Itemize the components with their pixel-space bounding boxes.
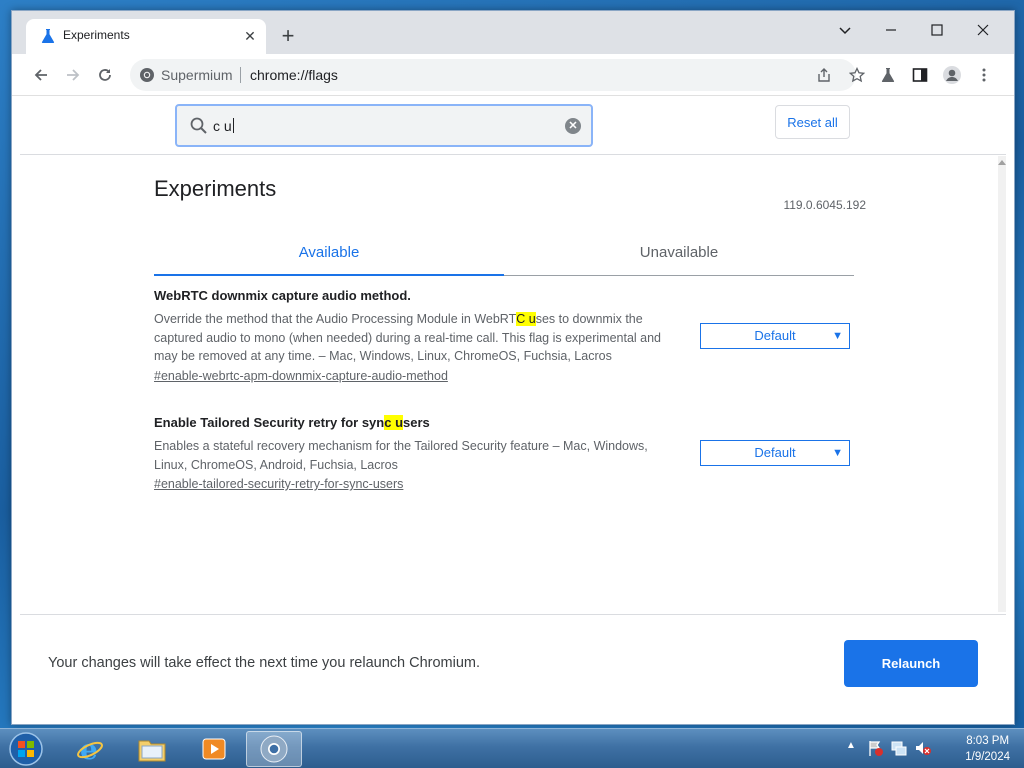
share-icon[interactable]: [816, 67, 832, 83]
flag-entry: WebRTC downmix capture audio method. Ove…: [154, 288, 854, 383]
back-button[interactable]: [27, 61, 55, 89]
taskbar-file-explorer[interactable]: [124, 731, 180, 767]
bookmark-star-icon[interactable]: [849, 67, 865, 83]
address-bar[interactable]: Supermium chrome://flags: [130, 59, 865, 91]
close-window-button[interactable]: [960, 15, 1006, 45]
flag-title: WebRTC downmix capture audio method.: [154, 288, 411, 303]
menu-button[interactable]: [970, 61, 998, 89]
chevron-down-icon: ▼: [832, 330, 843, 342]
flask-icon: [881, 68, 895, 82]
flags-header: c u ✕ Reset all: [20, 97, 1006, 155]
scrollbar[interactable]: [998, 156, 1006, 612]
tab-experiments[interactable]: Experiments ✕: [26, 19, 266, 54]
relaunch-footer: Your changes will take effect the next t…: [20, 614, 1006, 714]
volume-muted-icon[interactable]: [914, 739, 932, 757]
omnibox-divider: [240, 67, 241, 83]
flag-state-select[interactable]: Default ▼: [700, 323, 850, 349]
show-hidden-icons-icon[interactable]: ▲: [846, 740, 856, 751]
flag-entry: Enable Tailored Security retry for sync …: [154, 415, 854, 491]
taskbar-internet-explorer[interactable]: e: [62, 731, 118, 767]
taskbar-media-player[interactable]: [186, 731, 242, 767]
relaunch-button[interactable]: Relaunch: [844, 640, 978, 687]
taskbar-chromium[interactable]: [246, 731, 302, 767]
flag-description: Enables a stateful recovery mechanism fo…: [154, 439, 648, 472]
tab-unavailable[interactable]: Unavailable: [504, 234, 854, 276]
flag-state-select[interactable]: Default ▼: [700, 440, 850, 466]
page-title: Experiments: [154, 176, 277, 201]
scroll-up-arrow-icon[interactable]: [998, 160, 1006, 165]
new-tab-button[interactable]: +: [276, 23, 300, 48]
flags-search-box[interactable]: c u ✕: [175, 104, 593, 147]
arrow-left-icon: [34, 69, 47, 81]
internet-explorer-icon: e: [77, 734, 103, 764]
tab-available[interactable]: Available: [154, 234, 504, 276]
flag-title: Enable Tailored Security retry for sync …: [154, 415, 430, 430]
tab-search-chevron-icon[interactable]: [822, 15, 868, 45]
search-match-highlight: c u: [384, 415, 404, 430]
kebab-menu-icon: [982, 68, 986, 82]
profile-button[interactable]: [938, 61, 966, 89]
omnibox-url: chrome://flags: [250, 67, 338, 83]
clock-date: 1/9/2024: [965, 751, 1010, 763]
taskbar: e ▲ 8:03 PM 1/9/2024: [0, 728, 1024, 768]
avatar-icon: [943, 66, 961, 84]
flag-link[interactable]: #enable-tailored-security-retry-for-sync…: [154, 477, 854, 491]
chromium-icon: [260, 735, 288, 763]
minimize-button[interactable]: [868, 15, 914, 45]
browser-toolbar: Supermium chrome://flags: [12, 54, 1014, 96]
network-icon[interactable]: [890, 739, 908, 757]
forward-button[interactable]: [59, 61, 87, 89]
clear-search-icon[interactable]: ✕: [565, 118, 581, 134]
flags-content: Experiments 119.0.6045.192 Available Una…: [20, 156, 1006, 612]
text-caret: [232, 118, 234, 133]
version-label: 119.0.6045.192: [783, 198, 866, 212]
tab-title: Experiments: [63, 28, 130, 42]
chromium-logo-icon: [140, 68, 154, 82]
reset-all-button[interactable]: Reset all: [775, 105, 850, 139]
file-explorer-icon: [138, 740, 166, 762]
flags-tabs: Available Unavailable: [154, 234, 854, 276]
taskbar-clock[interactable]: 8:03 PM 1/9/2024: [965, 733, 1010, 765]
reload-icon: [99, 69, 111, 81]
flag-link[interactable]: #enable-webrtc-apm-downmix-capture-audio…: [154, 369, 854, 383]
tab-strip: Experiments ✕ +: [12, 11, 1014, 54]
action-center-flag-icon[interactable]: [866, 739, 884, 757]
reload-button[interactable]: [91, 61, 119, 89]
experiments-flask-button[interactable]: [874, 61, 902, 89]
relaunch-message: Your changes will take effect the next t…: [48, 655, 481, 671]
flask-icon: [41, 29, 55, 43]
search-input[interactable]: c u: [213, 118, 234, 134]
start-button[interactable]: [6, 730, 46, 768]
arrow-right-icon: [67, 69, 80, 81]
omnibox-site-name: Supermium: [161, 67, 233, 83]
browser-window: Experiments ✕ + Supermium chrome://flags…: [11, 10, 1015, 725]
maximize-button[interactable]: [914, 15, 960, 45]
media-player-icon: [202, 738, 226, 760]
side-panel-button[interactable]: [906, 61, 934, 89]
search-match-highlight: C u: [516, 312, 536, 326]
clock-time: 8:03 PM: [966, 735, 1010, 747]
chevron-down-icon: ▼: [832, 447, 843, 459]
search-icon: [190, 117, 207, 134]
flag-description: Override the method that the Audio Proce…: [154, 312, 662, 363]
side-panel-icon: [912, 68, 928, 82]
tab-close-icon[interactable]: ✕: [240, 26, 260, 46]
